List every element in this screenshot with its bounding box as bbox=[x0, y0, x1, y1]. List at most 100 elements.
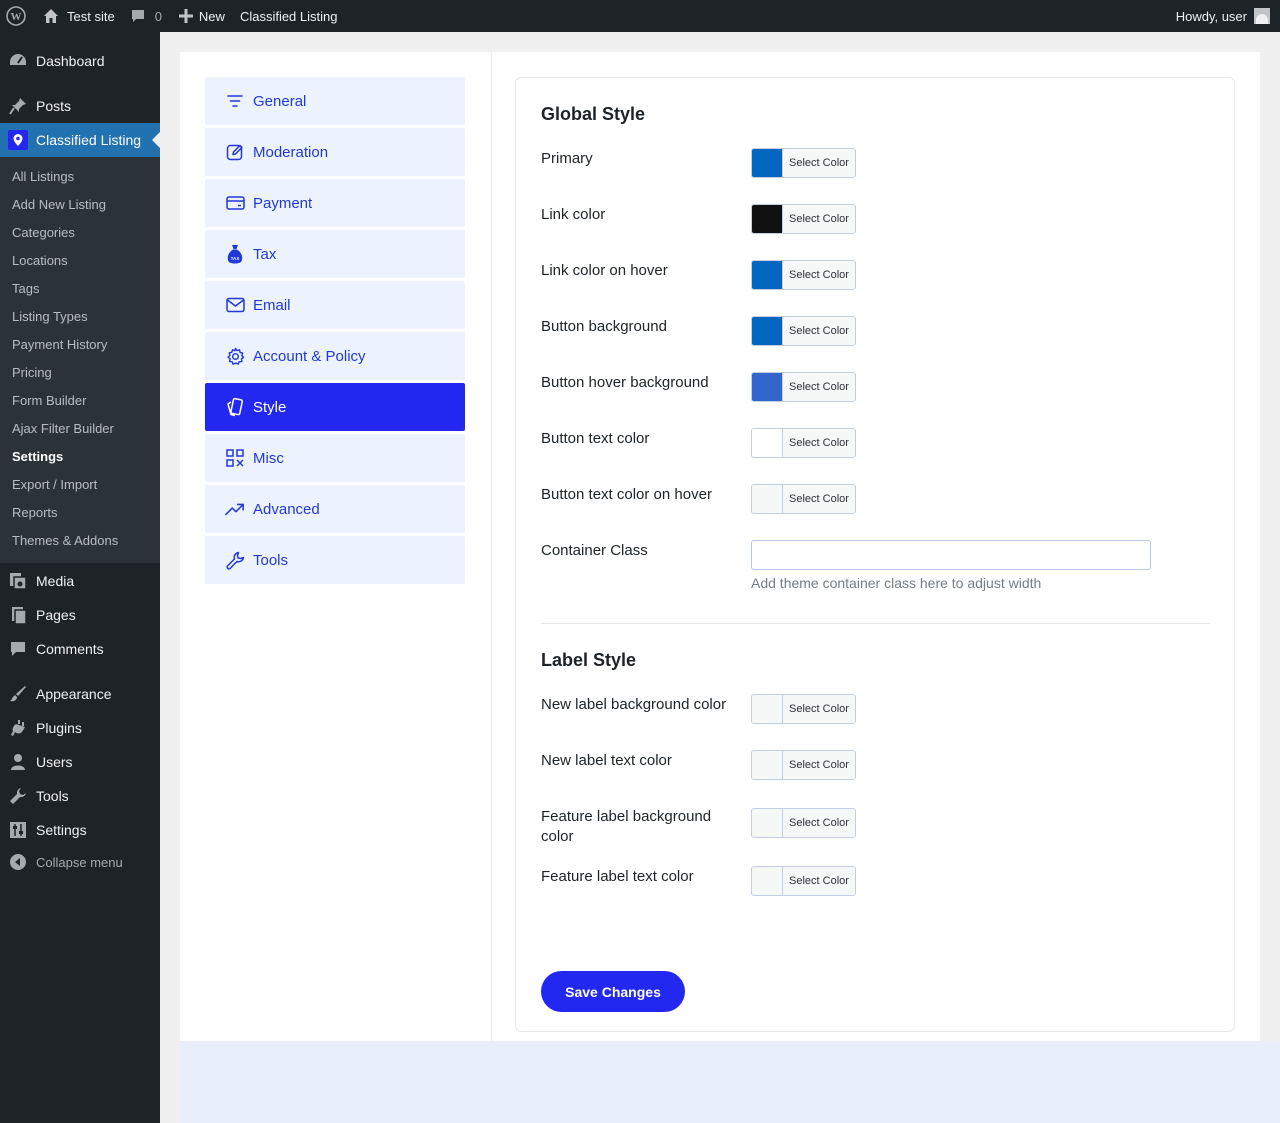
site-name-link[interactable]: Test site bbox=[33, 0, 122, 32]
tab-misc-label: Misc bbox=[253, 449, 284, 467]
collapse-arrow-icon bbox=[0, 854, 36, 870]
tab-style[interactable]: Style bbox=[205, 383, 465, 431]
submenu-payment-history[interactable]: Payment History bbox=[12, 337, 107, 352]
tab-tax[interactable]: TAX Tax bbox=[205, 230, 465, 278]
menu-plugins[interactable]: Plugins bbox=[0, 711, 160, 745]
collapse-menu-button[interactable]: Collapse menu bbox=[0, 845, 160, 879]
menu-classified-listing-label: Classified Listing bbox=[36, 132, 142, 148]
submenu-themes-addons[interactable]: Themes & Addons bbox=[12, 533, 118, 548]
classified-listing-submenu: All Listings Add New Listing Categories … bbox=[0, 157, 160, 563]
save-changes-button[interactable]: Save Changes bbox=[541, 971, 685, 1012]
submenu-locations[interactable]: Locations bbox=[12, 253, 68, 268]
menu-media[interactable]: Media bbox=[0, 564, 160, 598]
select-color-button[interactable]: Select Color bbox=[783, 867, 855, 895]
admin-bar: W Test site 0 New Classified Listing How… bbox=[0, 0, 1280, 32]
submenu-add-new-listing[interactable]: Add New Listing bbox=[12, 197, 106, 212]
comments-link[interactable]: 0 bbox=[122, 0, 169, 32]
button-background-picker[interactable]: Select Color bbox=[751, 316, 856, 346]
select-color-button[interactable]: Select Color bbox=[783, 695, 855, 723]
new-content-link[interactable]: New bbox=[169, 0, 232, 32]
menu-appearance[interactable]: Appearance bbox=[0, 677, 160, 711]
submenu-listing-types[interactable]: Listing Types bbox=[12, 309, 88, 324]
site-name-label: Test site bbox=[67, 8, 115, 24]
tab-misc[interactable]: Misc bbox=[205, 434, 465, 482]
tab-general[interactable]: General bbox=[205, 77, 465, 125]
submenu-ajax-filter-builder[interactable]: Ajax Filter Builder bbox=[12, 421, 114, 436]
select-color-button[interactable]: Select Color bbox=[783, 809, 855, 837]
tab-payment-label: Payment bbox=[253, 194, 313, 212]
new-label-background-label: New label background color bbox=[541, 696, 727, 713]
feature-label-text-color-picker[interactable]: Select Color bbox=[751, 866, 856, 896]
submenu-reports[interactable]: Reports bbox=[12, 505, 58, 520]
select-color-button[interactable]: Select Color bbox=[783, 751, 855, 779]
button-text-color-picker[interactable]: Select Color bbox=[751, 428, 856, 458]
button-text-color-hover-picker[interactable]: Select Color bbox=[751, 484, 856, 514]
select-color-button[interactable]: Select Color bbox=[783, 261, 855, 289]
tab-tools[interactable]: Tools bbox=[205, 536, 465, 584]
submenu-tags[interactable]: Tags bbox=[12, 281, 39, 296]
tab-advanced[interactable]: Advanced bbox=[205, 485, 465, 533]
submenu-all-listings[interactable]: All Listings bbox=[12, 169, 74, 184]
avatar bbox=[1254, 8, 1270, 24]
link-color-hover-picker[interactable]: Select Color bbox=[751, 260, 856, 290]
tab-email[interactable]: Email bbox=[205, 281, 465, 329]
howdy-greeting: Howdy, user bbox=[1175, 8, 1247, 24]
pushpin-icon bbox=[0, 97, 36, 115]
select-color-button[interactable]: Select Color bbox=[783, 429, 855, 457]
menu-posts[interactable]: Posts bbox=[0, 89, 160, 123]
tabs-divider bbox=[491, 52, 492, 1041]
submenu-export-import[interactable]: Export / Import bbox=[12, 477, 97, 492]
menu-tools[interactable]: Tools bbox=[0, 779, 160, 813]
button-background-label: Button background bbox=[541, 318, 667, 335]
wrench-icon bbox=[0, 787, 36, 805]
gear-icon bbox=[225, 346, 245, 366]
menu-users-label: Users bbox=[36, 754, 73, 770]
menu-pages[interactable]: Pages bbox=[0, 598, 160, 632]
select-color-button[interactable]: Select Color bbox=[783, 317, 855, 345]
link-color-picker[interactable]: Select Color bbox=[751, 204, 856, 234]
color-swatch bbox=[752, 809, 783, 837]
credit-card-icon bbox=[225, 193, 245, 213]
submenu-pricing[interactable]: Pricing bbox=[12, 365, 52, 380]
tab-general-label: General bbox=[253, 92, 307, 110]
feature-label-background-label: Feature label background color bbox=[541, 808, 712, 845]
select-color-button[interactable]: Select Color bbox=[783, 485, 855, 513]
color-swatch bbox=[752, 429, 783, 457]
wordpress-logo-icon[interactable]: W bbox=[0, 0, 33, 32]
collapse-menu-label: Collapse menu bbox=[36, 854, 123, 870]
classified-listing-bar-label: Classified Listing bbox=[239, 8, 338, 24]
container-class-help-text: Add theme container class here to adjust… bbox=[751, 575, 1042, 591]
select-color-button[interactable]: Select Color bbox=[783, 373, 855, 401]
button-hover-background-picker[interactable]: Select Color bbox=[751, 372, 856, 402]
submenu-settings[interactable]: Settings bbox=[12, 449, 63, 464]
new-label-text-color-label: New label text color bbox=[541, 752, 672, 769]
menu-classified-listing[interactable]: Classified Listing bbox=[0, 123, 160, 157]
menu-dashboard-label: Dashboard bbox=[36, 53, 105, 69]
color-swatch bbox=[752, 485, 783, 513]
feature-label-background-picker[interactable]: Select Color bbox=[751, 808, 856, 838]
tab-moderation[interactable]: Moderation bbox=[205, 128, 465, 176]
style-cards-icon bbox=[225, 397, 245, 417]
comment-bubble-icon bbox=[130, 8, 146, 24]
tab-payment[interactable]: Payment bbox=[205, 179, 465, 227]
menu-dashboard[interactable]: Dashboard bbox=[0, 44, 160, 78]
my-account-menu[interactable]: Howdy, user bbox=[1176, 0, 1280, 32]
primary-color-picker[interactable]: Select Color bbox=[751, 148, 856, 178]
comments-count: 0 bbox=[154, 8, 162, 24]
menu-settings[interactable]: Settings bbox=[0, 813, 160, 847]
comments-icon bbox=[0, 640, 36, 658]
tax-bag-icon: TAX bbox=[225, 244, 245, 264]
new-label-text-color-picker[interactable]: Select Color bbox=[751, 750, 856, 780]
home-icon bbox=[43, 8, 59, 24]
menu-users[interactable]: Users bbox=[0, 745, 160, 779]
select-color-button[interactable]: Select Color bbox=[783, 205, 855, 233]
submenu-categories[interactable]: Categories bbox=[12, 225, 75, 240]
submenu-form-builder[interactable]: Form Builder bbox=[12, 393, 86, 408]
classified-listing-bar-link[interactable]: Classified Listing bbox=[232, 0, 345, 32]
container-class-input[interactable] bbox=[751, 540, 1151, 570]
select-color-button[interactable]: Select Color bbox=[783, 149, 855, 177]
new-label-background-picker[interactable]: Select Color bbox=[751, 694, 856, 724]
menu-comments[interactable]: Comments bbox=[0, 632, 160, 666]
tab-account-policy[interactable]: Account & Policy bbox=[205, 332, 465, 380]
media-icon bbox=[0, 572, 36, 590]
